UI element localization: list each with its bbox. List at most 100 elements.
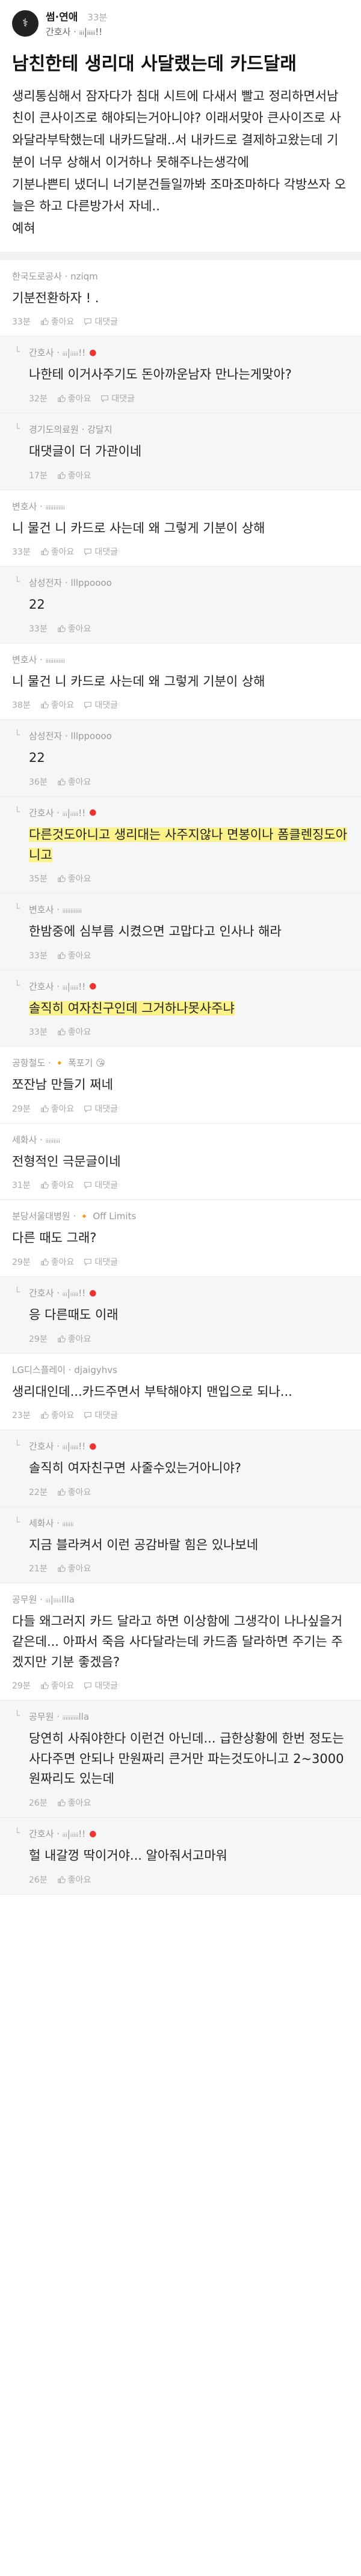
like-button[interactable]: 좋아요 <box>40 1103 74 1115</box>
reply-button[interactable]: 대댓글 <box>84 699 118 711</box>
like-button[interactable]: 좋아요 <box>57 1486 91 1498</box>
comment-time: 33분 <box>29 951 48 961</box>
comment-author-name[interactable]: 공무원 · ᵢᵢᵢᵢᵢᵢᵢᵢᵢᵢlla <box>29 1710 89 1723</box>
comment-author: 간호사 · ᵢᵢᵢ|ᵢᵢᵢᵢᵢ!! ● <box>29 1827 349 1840</box>
like-button[interactable]: 좋아요 <box>40 699 74 711</box>
like-label: 좋아요 <box>67 874 91 885</box>
comment-text-content: 다른것도아니고 생리대는 사주지않나 면봉이나 폼클렌징도아니고 <box>29 827 348 862</box>
comment-author-name[interactable]: 간호사 · ᵢᵢᵢ|ᵢᵢᵢᵢᵢ!! <box>29 1286 85 1299</box>
speech-bubble-icon <box>84 1411 92 1419</box>
comment-text-content: 지금 블라켜서 이런 공감바랄 힘은 있나보네 <box>29 1537 259 1552</box>
app-screen: ⚕ 썸·연애 33분 간호사 · ᵢᵢᵢ|ᵢᵢᵢᵢᵢ!! 남친한테 생리대 사달… <box>0 0 361 2576</box>
reply-button[interactable]: 대댓글 <box>84 546 118 558</box>
thumbs-up-icon <box>57 874 66 883</box>
board-avatar-icon[interactable]: ⚕ <box>12 10 39 37</box>
like-button[interactable]: 좋아요 <box>40 1179 74 1191</box>
comment-author-name[interactable]: 경기도의료원 · 강달지 <box>29 423 113 436</box>
like-label: 좋아요 <box>51 1681 75 1691</box>
comment-author-name[interactable]: 공항철도 · 🔸 폭포기 😘 <box>12 1056 105 1069</box>
comment-author-name[interactable]: 간호사 · ᵢᵢᵢ|ᵢᵢᵢᵢᵢ!! <box>29 980 85 993</box>
reply-button[interactable]: 대댓글 <box>100 392 135 404</box>
like-button[interactable]: 좋아요 <box>40 315 74 327</box>
reply-button[interactable]: 대댓글 <box>84 315 118 327</box>
comment-author-name[interactable]: 공무원 · ᵢᵢᵢ|ᵢᵢᵢᵢᵢllla <box>12 1593 75 1606</box>
reply-item: 경기도의료원 · 강달지대댓글이 더 가관이네 17분 좋아요 <box>0 413 361 490</box>
like-button[interactable]: 좋아요 <box>57 392 91 404</box>
comment-author-name[interactable]: 변호사 · ᵢᵢᵢᵢᵢᵢᵢᵢᵢᵢᵢᵢ <box>29 903 82 916</box>
reply-button[interactable]: 대댓글 <box>84 1409 118 1421</box>
thumbs-up-icon <box>40 317 49 326</box>
speech-bubble-icon <box>100 394 109 403</box>
comment-author: 공항철도 · 🔸 폭포기 😘 <box>12 1056 349 1069</box>
thumbs-up-icon <box>57 471 66 480</box>
comment-author-name[interactable]: 삼성전자 · lllppoooo <box>29 576 112 589</box>
comment-author: 분당서울대병원 · 🔸 Off Limits <box>12 1210 349 1222</box>
like-button[interactable]: 좋아요 <box>57 1562 91 1574</box>
reply-button[interactable]: 대댓글 <box>84 1179 118 1191</box>
comment-item: 분당서울대병원 · 🔸 Off Limits 다른 때도 그래? 29분 좋아요 대댓글 <box>0 1200 361 1277</box>
comment-author-name[interactable]: 분당서울대병원 · 🔸 Off Limits <box>12 1210 136 1222</box>
comment-author: 세화사 · ᵢᵢᵢᵢᵢᵢᵢ <box>29 1517 349 1529</box>
speech-bubble-icon <box>84 1181 92 1189</box>
reply-button[interactable]: 대댓글 <box>84 1103 118 1115</box>
reply-button[interactable]: 대댓글 <box>84 1256 118 1268</box>
comment-meta: 26분 좋아요 <box>29 1797 349 1809</box>
like-button[interactable]: 좋아요 <box>57 949 91 961</box>
comment-time: 29분 <box>12 1681 31 1691</box>
comment-meta: 33분 좋아요 <box>29 1026 349 1038</box>
comment-author-name[interactable]: 간호사 · ᵢᵢᵢ|ᵢᵢᵢᵢᵢ!! <box>29 1827 85 1840</box>
thumbs-up-icon <box>57 1488 66 1496</box>
comment-author-name[interactable]: 간호사 · ᵢᵢᵢ|ᵢᵢᵢᵢᵢ!! <box>29 346 85 359</box>
comment-author: 변호사 · ᵢᵢᵢᵢᵢᵢᵢᵢᵢᵢᵢᵢ <box>29 903 349 916</box>
like-button[interactable]: 좋아요 <box>57 469 91 481</box>
comment-author: 간호사 · ᵢᵢᵢ|ᵢᵢᵢᵢᵢ!! ● <box>29 1440 349 1452</box>
reply-label: 대댓글 <box>94 1258 118 1268</box>
comment-meta: 29분 좋아요 대댓글 <box>12 1103 349 1115</box>
comment-meta: 35분 좋아요 <box>29 872 349 885</box>
comment-text-content: 쪼잔남 만들기 쩌네 <box>12 1077 113 1092</box>
comment-author: 변호사 · ᵢᵢᵢᵢᵢᵢᵢᵢᵢᵢᵢᵢ <box>12 500 349 513</box>
comment-meta: 33분 좋아요 대댓글 <box>12 315 349 327</box>
comment-item: 공무원 · ᵢᵢᵢ|ᵢᵢᵢᵢᵢllla 다들 왜그러지 카드 달라고 하면 이상함… <box>0 1583 361 1701</box>
comment-text: 기분전환하자 ! . <box>12 288 349 309</box>
comment-author-name[interactable]: 한국도로공사 · nziqm <box>12 270 98 282</box>
op-marker-icon: ● <box>89 347 97 358</box>
like-button[interactable]: 좋아요 <box>57 1797 91 1809</box>
thumbs-up-icon <box>57 624 66 633</box>
comment-text-content: 니 물건 니 카드로 사는데 왜 그렇게 기분이 상해 <box>12 520 265 535</box>
board-name[interactable]: 썸·연애 33분 <box>46 8 107 23</box>
post-time: 33분 <box>87 12 108 23</box>
board-label[interactable]: 썸·연애 <box>46 11 78 23</box>
comment-author-name[interactable]: 세화사 · ᵢᵢᵢᵢᵢᵢᵢᵢᵢ <box>12 1133 60 1146</box>
reply-item: 삼성전자 · lllppoooo 22 33분 좋아요 <box>0 567 361 644</box>
like-button[interactable]: 좋아요 <box>57 1026 91 1038</box>
comment-time: 26분 <box>29 1798 48 1808</box>
like-button[interactable]: 좋아요 <box>57 872 91 885</box>
like-label: 좋아요 <box>51 547 75 558</box>
comment-text: 한밤중에 심부름 시켰으면 고맙다고 인사나 해라 <box>29 922 349 942</box>
like-button[interactable]: 좋아요 <box>40 1679 75 1691</box>
comment-author: 공무원 · ᵢᵢᵢ|ᵢᵢᵢᵢᵢllla <box>12 1593 349 1606</box>
comment-author-name[interactable]: LG디스플레이 · djaigyhvs <box>12 1363 117 1376</box>
comment-author-name[interactable]: 변호사 · ᵢᵢᵢᵢᵢᵢᵢᵢᵢᵢᵢᵢ <box>12 653 65 666</box>
comment-author-name[interactable]: 세화사 · ᵢᵢᵢᵢᵢᵢᵢ <box>29 1517 73 1529</box>
comment-time: 21분 <box>29 1564 48 1574</box>
like-button[interactable]: 좋아요 <box>40 1409 74 1421</box>
like-button[interactable]: 좋아요 <box>40 1256 74 1268</box>
like-button[interactable]: 좋아요 <box>40 546 75 558</box>
comment-text: 전형적인 극문글이네 <box>12 1152 349 1172</box>
comment-time: 33분 <box>29 1028 48 1038</box>
comment-author-name[interactable]: 변호사 · ᵢᵢᵢᵢᵢᵢᵢᵢᵢᵢᵢᵢ <box>12 500 65 513</box>
comment-author-name[interactable]: 삼성전자 · lllppoooo <box>29 729 112 742</box>
thumbs-up-icon <box>57 394 66 403</box>
reply-button[interactable]: 대댓글 <box>84 1679 118 1691</box>
like-button[interactable]: 좋아요 <box>57 776 91 788</box>
comment-author-name[interactable]: 간호사 · ᵢᵢᵢ|ᵢᵢᵢᵢᵢ!! <box>29 806 85 819</box>
like-label: 좋아요 <box>67 1564 91 1574</box>
speech-bubble-icon <box>84 1104 92 1113</box>
like-button[interactable]: 좋아요 <box>57 1333 91 1345</box>
comment-author-name[interactable]: 간호사 · ᵢᵢᵢ|ᵢᵢᵢᵢᵢ!! <box>29 1440 85 1452</box>
like-button[interactable]: 좋아요 <box>57 1874 91 1886</box>
like-button[interactable]: 좋아요 <box>57 623 91 635</box>
comment-text-content: 응 다른때도 이래 <box>29 1308 119 1323</box>
